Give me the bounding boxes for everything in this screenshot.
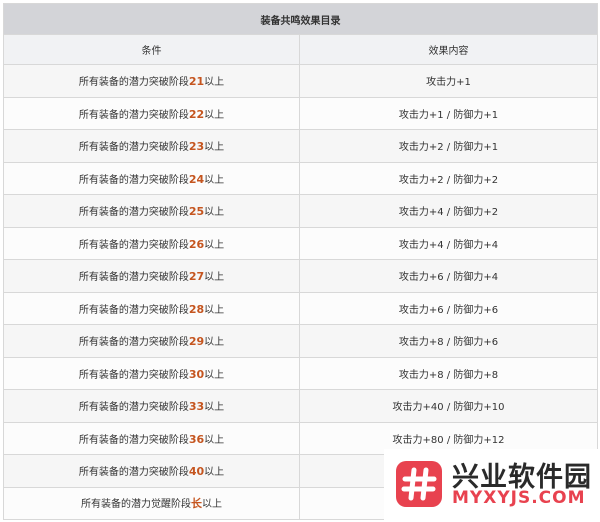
condition-suffix: 以上	[204, 467, 225, 479]
watermark-name-en: MYXYJS.COM	[452, 488, 586, 508]
condition-cell: 所有装备的潜力突破阶段36以上	[3, 421, 300, 455]
site-watermark: 兴业软件园 MYXYJS.COM	[384, 449, 600, 522]
condition-level: 28	[188, 302, 205, 316]
effect-header: 效果内容	[299, 34, 598, 65]
condition-prefix: 所有装备的潜力突破阶段	[78, 304, 189, 316]
condition-cell: 所有装备的潜力突破阶段21以上	[3, 64, 300, 98]
condition-level: 27	[188, 270, 205, 284]
condition-level: 29	[188, 335, 205, 349]
table-row: 所有装备的潜力突破阶段28以上 攻击力+6 / 防御力+6	[3, 291, 598, 325]
condition-cell: 所有装备的潜力突破阶段30以上	[3, 356, 300, 390]
effect-cell: 攻击力+40 / 防御力+10	[299, 389, 598, 423]
condition-cell: 所有装备的潜力突破阶段29以上	[3, 324, 300, 358]
table-row: 所有装备的潜力突破阶段26以上 攻击力+4 / 防御力+4	[3, 226, 598, 260]
condition-prefix: 所有装备的潜力突破阶段	[78, 434, 189, 446]
condition-prefix: 所有装备的潜力突破阶段	[78, 109, 189, 121]
condition-level: 40	[188, 465, 205, 479]
condition-prefix: 所有装备的潜力突破阶段	[78, 337, 189, 349]
effect-cell: 攻击力+4 / 防御力+4	[299, 226, 598, 260]
table-row: 所有装备的潜力突破阶段30以上 攻击力+8 / 防御力+8	[3, 356, 598, 390]
effect-cell: 攻击力+2 / 防御力+1	[299, 129, 598, 163]
table-row: 所有装备的潜力突破阶段25以上 攻击力+4 / 防御力+2	[3, 194, 598, 228]
condition-suffix: 以上	[204, 369, 225, 381]
condition-prefix: 所有装备的潜力突破阶段	[78, 369, 189, 381]
table-row: 所有装备的潜力突破阶段24以上 攻击力+2 / 防御力+2	[3, 161, 598, 195]
condition-suffix: 以上	[204, 239, 225, 251]
condition-cell: 所有装备的潜力突破阶段40以上	[3, 454, 300, 488]
table-row: 所有装备的潜力突破阶段22以上 攻击力+1 / 防御力+1	[3, 96, 598, 130]
condition-cell: 所有装备的潜力突破阶段24以上	[3, 161, 300, 195]
condition-suffix: 以上	[204, 434, 225, 446]
condition-prefix: 所有装备的潜力突破阶段	[78, 174, 189, 186]
condition-cell: 所有装备的潜力觉醒阶段长以上	[3, 486, 300, 520]
condition-cell: 所有装备的潜力突破阶段28以上	[3, 291, 300, 325]
condition-level: 26	[188, 237, 205, 251]
condition-suffix: 以上	[204, 272, 225, 284]
resonance-effects-table: 装备共鸣效果目录 条件 效果内容 所有装备的潜力突破阶段21以上 攻击力+1 所有装…	[3, 3, 598, 520]
table-row: 所有装备的潜力突破阶段29以上 攻击力+8 / 防御力+6	[3, 324, 598, 358]
condition-prefix: 所有装备的潜力突破阶段	[78, 207, 189, 219]
effect-cell: 攻击力+6 / 防御力+6	[299, 291, 598, 325]
condition-suffix: 以上	[204, 402, 225, 414]
table-title-row: 装备共鸣效果目录	[3, 3, 598, 35]
table-row: 所有装备的潜力突破阶段21以上 攻击力+1	[3, 64, 598, 98]
condition-level: 25	[188, 205, 205, 219]
condition-level: 22	[188, 107, 205, 121]
effect-cell: 攻击力+4 / 防御力+2	[299, 194, 598, 228]
condition-prefix: 所有装备的潜力突破阶段	[78, 142, 189, 154]
condition-prefix: 所有装备的潜力突破阶段	[78, 77, 189, 89]
condition-cell: 所有装备的潜力突破阶段25以上	[3, 194, 300, 228]
condition-suffix: 以上	[204, 337, 225, 349]
hash-icon	[396, 461, 442, 507]
effect-cell: 攻击力+6 / 防御力+4	[299, 259, 598, 293]
effect-cell: 攻击力+8 / 防御力+8	[299, 356, 598, 390]
condition-suffix: 以上	[202, 499, 222, 511]
condition-cell: 所有装备的潜力突破阶段26以上	[3, 226, 300, 260]
table-row: 所有装备的潜力突破阶段23以上 攻击力+2 / 防御力+1	[3, 129, 598, 163]
condition-suffix: 以上	[204, 207, 225, 219]
condition-suffix: 以上	[204, 77, 225, 89]
table-title: 装备共鸣效果目录	[3, 3, 598, 35]
condition-level: 33	[188, 400, 205, 414]
condition-suffix: 以上	[204, 304, 225, 316]
condition-cell: 所有装备的潜力突破阶段33以上	[3, 389, 300, 423]
condition-cell: 所有装备的潜力突破阶段22以上	[3, 96, 300, 130]
condition-suffix: 以上	[204, 109, 225, 121]
condition-prefix: 所有装备的潜力突破阶段	[78, 272, 189, 284]
condition-level: 21	[188, 75, 205, 89]
condition-level: 30	[188, 367, 205, 381]
effect-cell: 攻击力+8 / 防御力+6	[299, 324, 598, 358]
effect-cell: 攻击力+1 / 防御力+1	[299, 96, 598, 130]
table-row: 所有装备的潜力突破阶段27以上 攻击力+6 / 防御力+4	[3, 259, 598, 293]
condition-cell: 所有装备的潜力突破阶段23以上	[3, 129, 300, 163]
effect-cell: 攻击力+1	[299, 64, 598, 98]
condition-prefix: 所有装备的潜力突破阶段	[78, 467, 189, 479]
table-row: 所有装备的潜力突破阶段33以上 攻击力+40 / 防御力+10	[3, 389, 598, 423]
condition-level: 长	[191, 497, 202, 511]
effect-cell: 攻击力+2 / 防御力+2	[299, 161, 598, 195]
condition-level: 36	[188, 432, 205, 446]
condition-prefix: 所有装备的潜力突破阶段	[78, 239, 189, 251]
condition-cell: 所有装备的潜力突破阶段27以上	[3, 259, 300, 293]
condition-prefix: 所有装备的潜力突破阶段	[78, 402, 189, 414]
table-header-row: 条件 效果内容	[3, 34, 598, 65]
condition-suffix: 以上	[204, 174, 225, 186]
condition-level: 23	[188, 140, 205, 154]
condition-prefix: 所有装备的潜力觉醒阶段	[81, 499, 191, 511]
condition-header: 条件	[3, 34, 300, 65]
condition-level: 24	[188, 172, 205, 186]
page: 装备共鸣效果目录 条件 效果内容 所有装备的潜力突破阶段21以上 攻击力+1 所有装…	[0, 0, 600, 522]
condition-suffix: 以上	[204, 142, 225, 154]
